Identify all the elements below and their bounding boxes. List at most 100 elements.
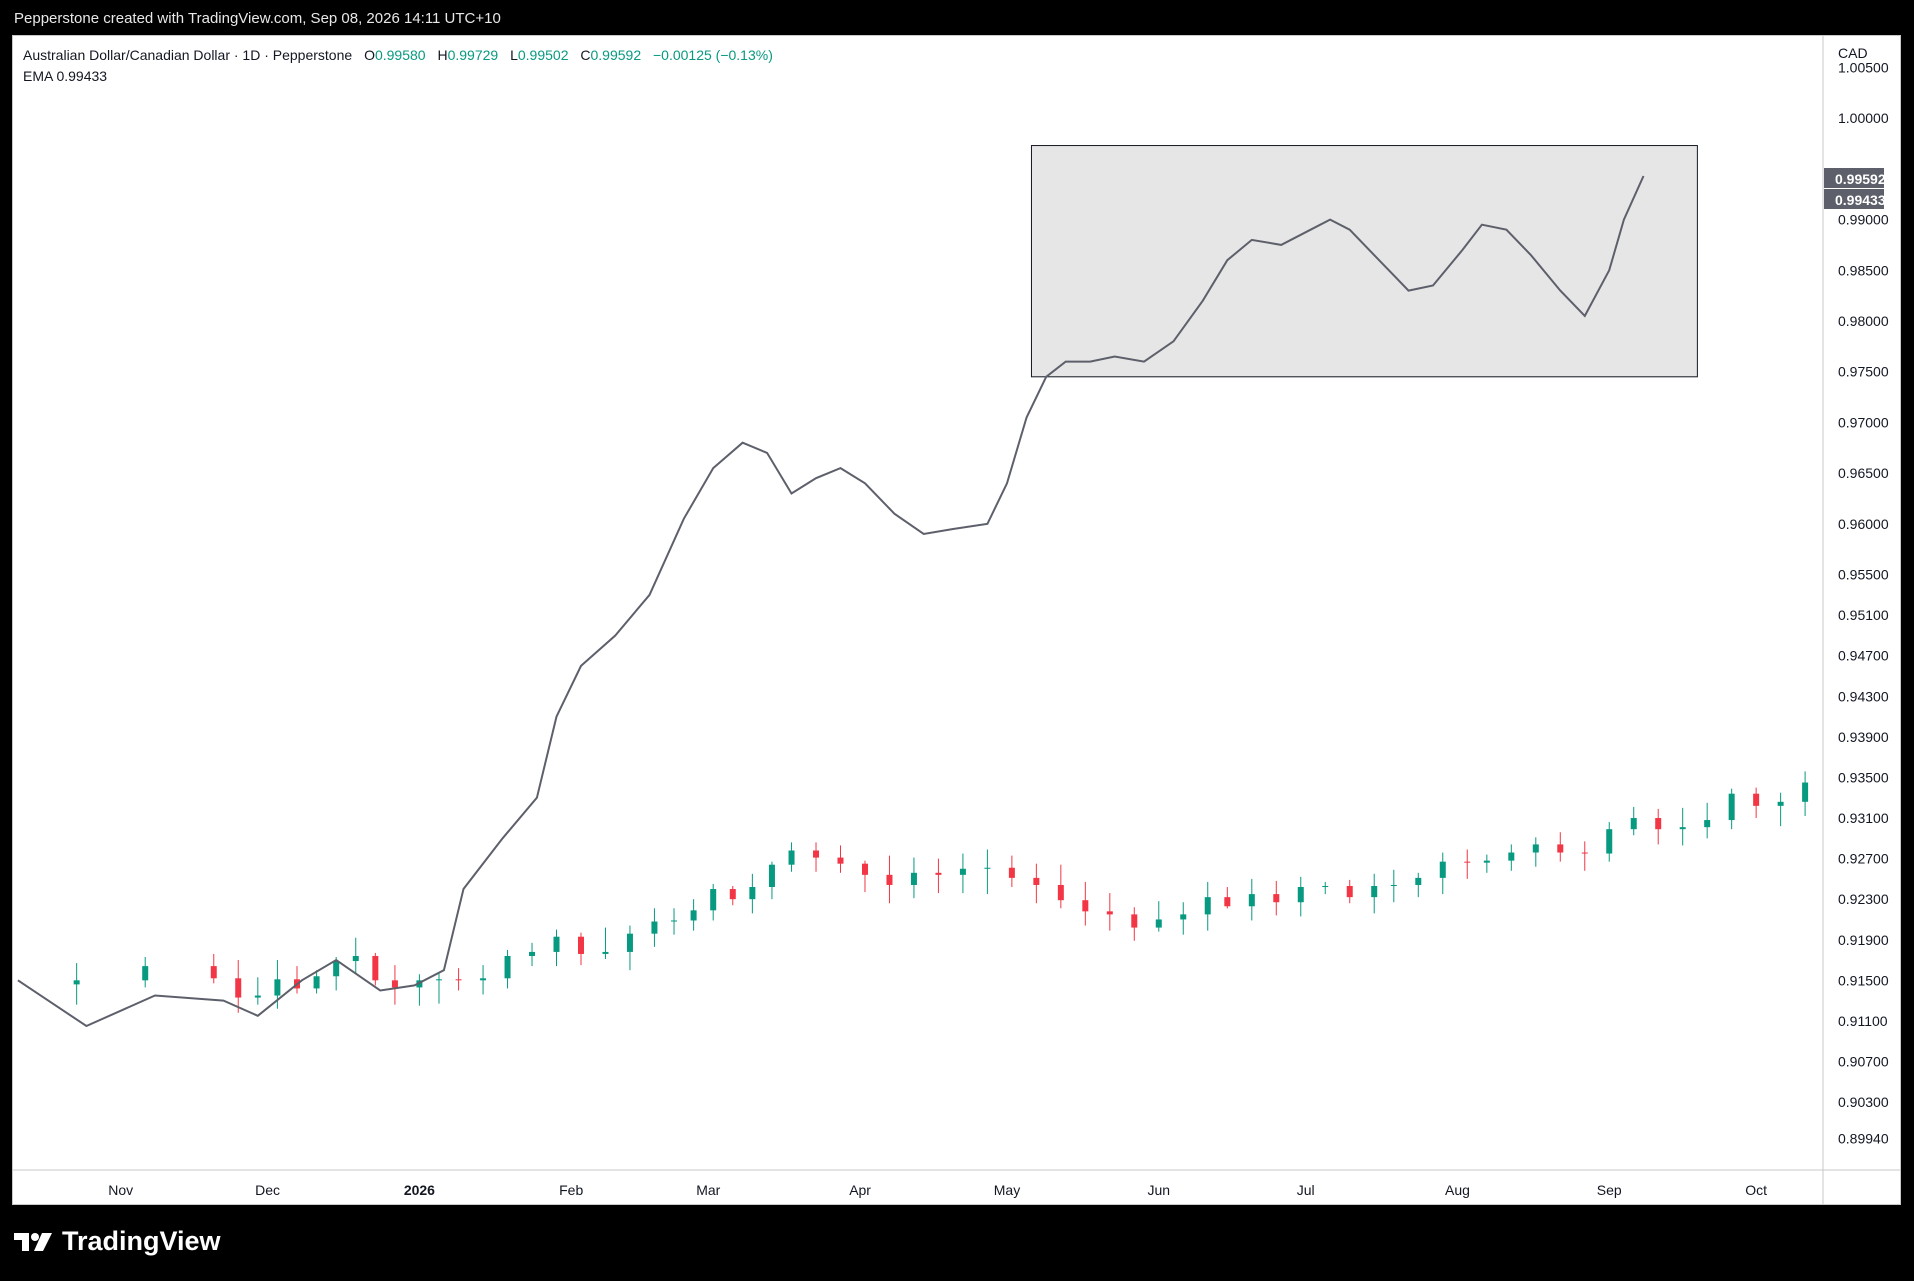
candle-body	[1679, 827, 1686, 830]
price-tick-label: 0.99000	[1838, 212, 1889, 228]
candle-body	[749, 887, 756, 900]
price-labels: 0.99592 0.99433	[1824, 168, 1886, 209]
candle-body	[690, 910, 697, 921]
candle-body	[1655, 818, 1662, 830]
price-tick-label: 0.96000	[1838, 516, 1889, 532]
attribution-text: Pepperstone created with TradingView.com…	[14, 10, 501, 27]
candle-body	[1082, 900, 1089, 912]
time-tick-label: Nov	[108, 1182, 133, 1198]
candle-body	[1581, 852, 1588, 854]
candle-body	[1753, 793, 1760, 806]
candle-body	[1390, 884, 1397, 886]
range-box[interactable]	[1030, 145, 1698, 378]
candle-body	[1204, 897, 1211, 915]
tradingview-logo-icon	[14, 1232, 52, 1251]
time-tick-label: Aug	[1445, 1182, 1470, 1198]
candle-body	[861, 863, 868, 875]
candle-body	[959, 868, 966, 875]
price-chart[interactable]: CAD 1.005001.000000.990000.985000.980000…	[13, 36, 1901, 1204]
candle-body	[274, 979, 281, 996]
candle-body	[435, 979, 442, 981]
candle-body	[1008, 867, 1015, 878]
candle-body	[73, 980, 80, 985]
time-tick-label: Dec	[255, 1182, 280, 1198]
candle-body	[1131, 914, 1138, 928]
candle-body	[1346, 885, 1353, 898]
legend-close-label: C	[580, 47, 591, 63]
candles	[73, 771, 1809, 1013]
legend-ema-label: EMA	[23, 68, 53, 84]
price-tick-label: 0.96500	[1838, 465, 1889, 481]
price-tick-label: 0.90700	[1838, 1053, 1889, 1069]
candle-body	[352, 955, 359, 962]
price-tick-label: 0.94700	[1838, 648, 1889, 664]
candle-body	[813, 850, 820, 858]
legend-low-label: L	[510, 47, 518, 63]
candle-body	[210, 966, 217, 979]
candle-body	[504, 955, 511, 979]
candle-body	[1322, 885, 1329, 888]
candle-body	[1224, 897, 1231, 907]
time-axis[interactable]: Nov Dec 2026 Feb Mar Apr May Jun Jul Aug Sep Oct	[108, 1182, 1767, 1198]
time-tick-label: May	[994, 1182, 1020, 1198]
candle-body	[729, 889, 736, 900]
candle-body	[626, 933, 633, 952]
legend-ema-row: EMA 0.99433	[23, 66, 773, 87]
legend-symbol: Australian Dollar/Canadian Dollar · 1D ·…	[23, 47, 353, 63]
time-tick-label: Sep	[1597, 1182, 1622, 1198]
candle-body	[1248, 894, 1255, 907]
candle-body	[577, 936, 584, 954]
price-tick-label: 0.89940	[1838, 1131, 1889, 1147]
candle-body	[1557, 844, 1564, 853]
price-tick-label: 0.91500	[1838, 972, 1889, 988]
price-tick-label: 1.00000	[1838, 110, 1889, 126]
price-axis[interactable]: CAD 1.005001.000000.990000.985000.980000…	[1838, 45, 1889, 1147]
candle-body	[142, 966, 149, 981]
legend-low: 0.99502	[517, 47, 569, 63]
candle-body	[254, 995, 261, 998]
candle-body	[313, 976, 320, 989]
price-tick-label: 0.95500	[1838, 567, 1889, 583]
price-tick-label: 0.98000	[1838, 313, 1889, 329]
top-bar: Pepperstone created with TradingView.com…	[0, 0, 1914, 36]
price-tick-label: 0.93900	[1838, 729, 1889, 745]
candle-body	[1704, 820, 1711, 828]
candle-body	[1273, 894, 1280, 903]
candle-body	[1802, 782, 1809, 802]
legend-close: 0.99592	[590, 47, 642, 63]
candle-body	[1464, 861, 1471, 863]
time-tick-label: Mar	[696, 1182, 720, 1198]
candle-body	[1630, 818, 1637, 830]
legend-ema-value: 0.99433	[56, 68, 108, 84]
candle-body	[1297, 887, 1304, 903]
candle-body	[886, 874, 893, 885]
ema-price-label: 0.99433	[1835, 192, 1886, 208]
price-tick-label: 0.92700	[1838, 851, 1889, 867]
candle-body	[768, 864, 775, 888]
time-tick-label: Jul	[1297, 1182, 1315, 1198]
candle-body	[455, 979, 462, 981]
candle-body	[935, 872, 942, 875]
candle-body	[372, 955, 379, 981]
candle-body	[1508, 852, 1515, 861]
candle-body	[529, 951, 536, 956]
time-tick-label: Apr	[849, 1182, 871, 1198]
candle-body	[553, 936, 560, 952]
candle-body	[1483, 860, 1490, 863]
legend-open: 0.99580	[374, 47, 426, 63]
candle-body	[710, 889, 717, 911]
legend-ohlc-row: Australian Dollar/Canadian Dollar · 1D ·…	[23, 45, 773, 66]
candle-body	[480, 978, 487, 981]
candle-body	[1057, 884, 1064, 901]
tradingview-brand[interactable]: TradingView	[14, 1226, 221, 1257]
price-tick-label: 1.00500	[1838, 59, 1889, 75]
brand-name: TradingView	[62, 1226, 221, 1256]
candle-body	[910, 872, 917, 885]
legend-high: 0.99729	[447, 47, 499, 63]
candle-body	[1777, 801, 1784, 806]
last-price-label: 0.99592	[1835, 171, 1886, 187]
plot-area[interactable]	[13, 145, 1809, 1028]
price-tick-label: 0.92300	[1838, 891, 1889, 907]
candle-body	[671, 920, 678, 922]
price-tick-label: 0.98500	[1838, 262, 1889, 278]
